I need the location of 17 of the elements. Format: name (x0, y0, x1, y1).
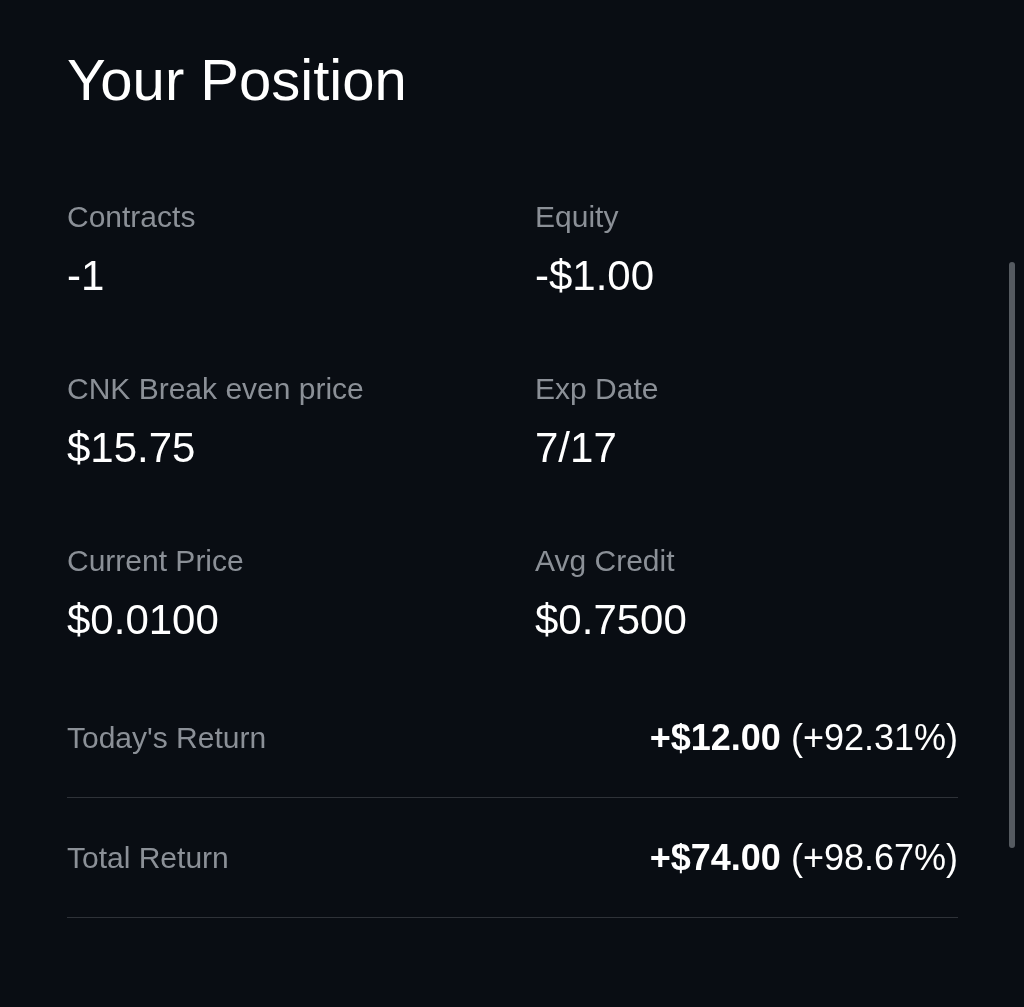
stat-label: CNK Break even price (67, 372, 365, 406)
stat-label: Equity (535, 200, 620, 234)
stat-value: -$1.00 (535, 252, 656, 300)
stat-label: Current Price (67, 544, 245, 578)
stat-label: Avg Credit (535, 544, 676, 578)
return-label: Today's Return (67, 720, 267, 755)
return-value: +$12.00 (+92.31%) (649, 715, 958, 760)
stat-value: $0.0100 (67, 596, 220, 644)
section-title: Your Position (67, 46, 408, 114)
stat-label: Contracts (67, 200, 197, 234)
return-value: +$74.00 (+98.67%) (649, 835, 958, 880)
stat-label: Exp Date (535, 372, 660, 406)
stat-value: 7/17 (535, 424, 618, 472)
stat-value: $15.75 (67, 424, 197, 472)
stat-value: -1 (67, 252, 106, 300)
return-label: Total Return (67, 840, 229, 875)
stat-value: $0.7500 (535, 596, 688, 644)
